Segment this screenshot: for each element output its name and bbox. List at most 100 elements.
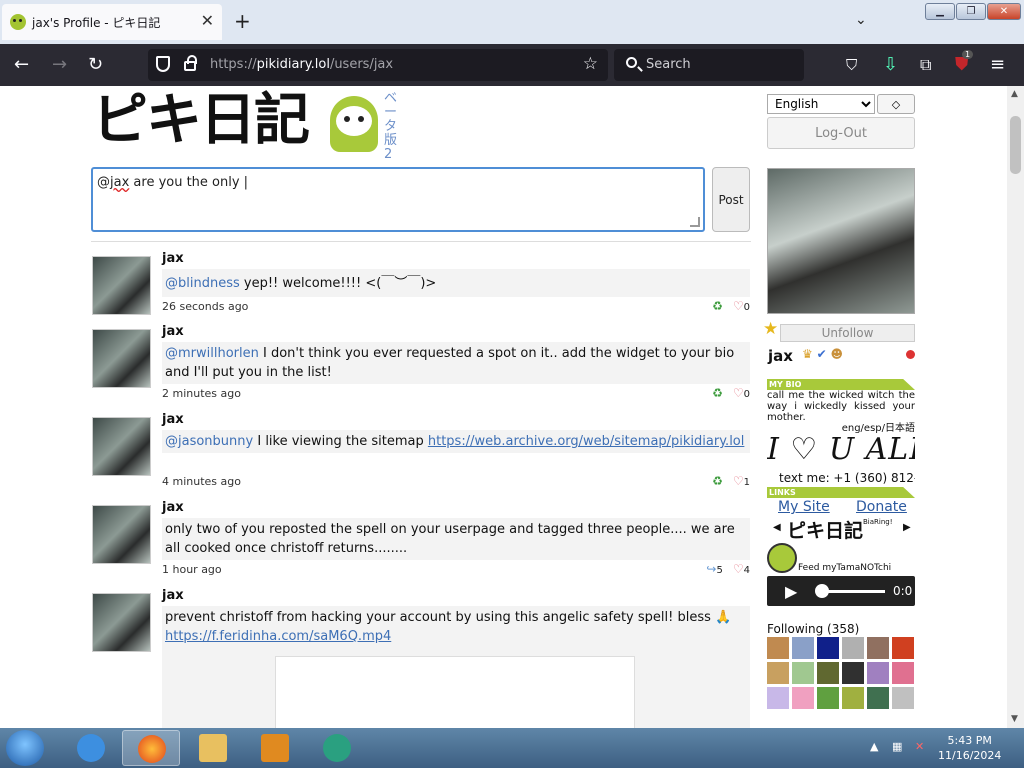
post-composer-textarea[interactable]: @jax are you the only | — [91, 167, 705, 232]
search-bar[interactable]: Search — [614, 49, 804, 81]
post-mention-link[interactable]: @blindness — [165, 276, 240, 291]
post-author[interactable]: jax — [162, 324, 184, 339]
like-heart-icon[interactable]: ♡ — [733, 474, 744, 488]
following-avatar[interactable] — [842, 662, 864, 684]
post-author[interactable]: jax — [162, 251, 184, 266]
minimize-window-button[interactable]: ▁ — [925, 3, 955, 20]
post-avatar[interactable] — [92, 593, 151, 652]
repost-icon[interactable]: ♻ — [712, 386, 723, 400]
network-icon[interactable]: ▦ — [892, 740, 902, 753]
tamanotchi-icon[interactable] — [767, 543, 797, 573]
ring-next-icon[interactable]: ▶ — [903, 522, 911, 533]
theme-toggle-button[interactable]: ◇ — [877, 94, 915, 114]
my-site-link[interactable]: My Site — [778, 499, 830, 515]
post-url-link[interactable]: https://web.archive.org/web/sitemap/piki… — [428, 434, 745, 449]
following-avatar[interactable] — [767, 687, 789, 709]
post-author[interactable]: jax — [162, 412, 184, 427]
list-all-tabs-icon[interactable]: ⌄ — [855, 12, 867, 28]
post-author[interactable]: jax — [162, 500, 184, 515]
back-arrow-icon[interactable]: ← — [14, 55, 29, 75]
like-heart-icon[interactable]: ♡ — [733, 386, 744, 400]
post-avatar[interactable] — [92, 417, 151, 476]
url-text[interactable]: https://pikidiary.lol/users/jax — [210, 57, 393, 72]
following-avatar[interactable] — [792, 637, 814, 659]
reply-icon[interactable]: ↪ — [706, 562, 716, 576]
following-avatar[interactable] — [892, 662, 914, 684]
menu-hamburger-icon[interactable]: ≡ — [990, 55, 1005, 75]
logout-button[interactable]: Log-Out — [767, 117, 915, 149]
bookmark-star-icon[interactable]: ☆ — [583, 54, 598, 74]
following-avatar[interactable] — [767, 662, 789, 684]
start-button-icon[interactable] — [6, 730, 44, 766]
donate-link[interactable]: Donate — [856, 499, 907, 515]
address-bar[interactable]: https://pikidiary.lol/users/jax ☆ — [148, 49, 608, 81]
following-title[interactable]: Following (358) — [767, 622, 859, 636]
following-avatar[interactable] — [842, 637, 864, 659]
like-heart-icon[interactable]: ♡ — [733, 299, 744, 313]
repost-icon[interactable]: ♻ — [712, 474, 723, 488]
volume-muted-icon[interactable]: ✕ — [915, 740, 924, 753]
forward-arrow-icon[interactable]: → — [52, 55, 67, 75]
language-select[interactable]: English — [767, 94, 875, 114]
following-avatar[interactable] — [792, 687, 814, 709]
tab-close-icon[interactable]: ✕ — [201, 13, 214, 29]
lock-icon[interactable] — [184, 55, 197, 71]
post-mention-link[interactable]: @jasonbunny — [165, 434, 253, 449]
system-clock[interactable]: 5:43 PM 11/16/2024 — [938, 733, 1001, 763]
downloads-icon[interactable]: ⇩ — [883, 55, 898, 75]
post-mention-link[interactable]: @mrwillhorlen — [165, 346, 259, 361]
profile-picture[interactable] — [767, 168, 915, 314]
following-avatar[interactable] — [892, 687, 914, 709]
taskbar-ie[interactable] — [62, 730, 120, 766]
close-window-button[interactable]: ✕ — [987, 3, 1021, 20]
new-tab-icon[interactable]: + — [234, 11, 251, 31]
star-icon[interactable]: ★ — [763, 319, 778, 339]
ring-prev-icon[interactable]: ◀ — [773, 522, 781, 533]
video-embed[interactable] — [275, 656, 635, 728]
following-avatar[interactable] — [842, 687, 864, 709]
audio-progress-knob[interactable] — [815, 584, 829, 598]
ring-logo[interactable]: ピキ日記 — [787, 516, 863, 543]
page-scrollbar[interactable]: ▲ ▼ — [1007, 86, 1024, 728]
site-logo[interactable]: ピキ日記 ベータ版2 — [92, 88, 402, 162]
following-avatar[interactable] — [767, 637, 789, 659]
logo-beta-label: ベータ版2 — [384, 91, 398, 162]
resize-grip-icon[interactable] — [690, 217, 700, 227]
maximize-window-button[interactable]: ❐ — [956, 3, 986, 20]
scroll-up-icon[interactable]: ▲ — [1011, 89, 1018, 99]
tray-expand-icon[interactable]: ▲ — [870, 740, 878, 753]
reload-icon[interactable]: ↻ — [88, 55, 103, 75]
search-placeholder: Search — [646, 57, 691, 72]
post-author[interactable]: jax — [162, 588, 184, 603]
following-avatar[interactable] — [867, 637, 889, 659]
tracking-shield-icon[interactable] — [156, 56, 170, 72]
repost-icon[interactable]: ♻ — [712, 299, 723, 313]
taskbar-app[interactable] — [308, 730, 366, 766]
post-avatar[interactable] — [92, 256, 151, 315]
scrollbar-thumb[interactable] — [1010, 116, 1021, 174]
unfollow-button[interactable]: Unfollow — [780, 324, 915, 342]
post-avatar[interactable] — [92, 329, 151, 388]
tamanotchi-widget[interactable]: Feed myTamaNOTchi — [767, 543, 915, 575]
tab-active[interactable]: jax's Profile - ピキ日記 ✕ — [2, 4, 222, 40]
following-avatar[interactable] — [817, 687, 839, 709]
extensions-icon[interactable]: ⧉ — [920, 55, 931, 75]
following-avatar[interactable] — [867, 662, 889, 684]
following-avatar[interactable] — [867, 687, 889, 709]
following-avatar[interactable] — [792, 662, 814, 684]
play-icon[interactable]: ▶ — [785, 582, 797, 601]
post-button[interactable]: Post — [712, 167, 750, 232]
taskbar-firefox[interactable] — [122, 730, 180, 766]
following-avatar[interactable] — [817, 662, 839, 684]
clock-date: 11/16/2024 — [938, 749, 1002, 762]
post-avatar[interactable] — [92, 505, 151, 564]
post-url-link[interactable]: https://f.feridinha.com/saM6Q.mp4 — [165, 629, 391, 644]
like-heart-icon[interactable]: ♡ — [733, 562, 744, 576]
following-avatar[interactable] — [817, 637, 839, 659]
profile-name: jax — [768, 347, 793, 365]
following-avatar[interactable] — [892, 637, 914, 659]
taskbar-media[interactable] — [246, 730, 304, 766]
pocket-icon[interactable]: ⛉ — [846, 55, 857, 75]
scroll-down-icon[interactable]: ▼ — [1011, 714, 1018, 724]
taskbar-explorer[interactable] — [184, 730, 242, 766]
